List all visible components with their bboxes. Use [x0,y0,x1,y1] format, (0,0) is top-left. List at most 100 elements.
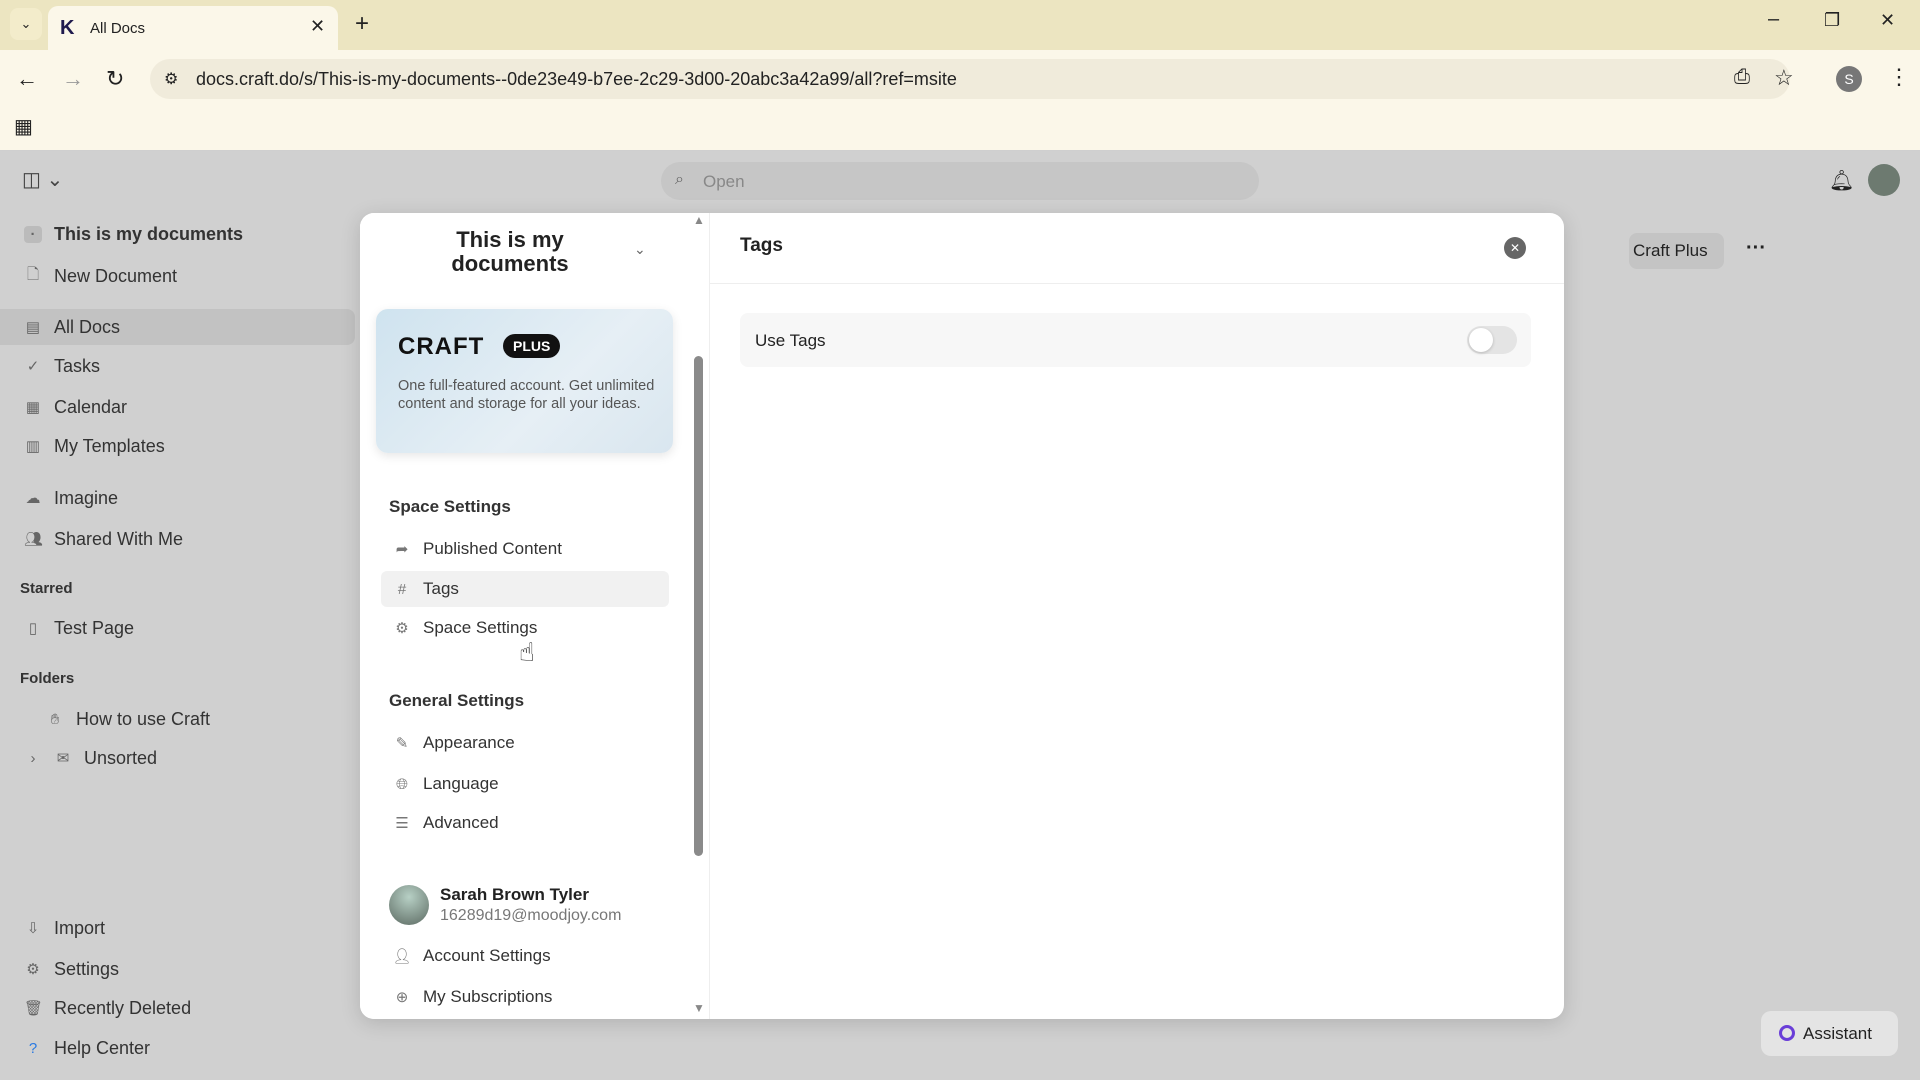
sliders-icon: ☰ [395,815,409,832]
nav-account-settings[interactable]: 👤︎ Account Settings [381,938,669,974]
craft-plus-card[interactable]: CRAFT PLUS One full-featured account. Ge… [376,309,673,453]
nav-label: Published Content [423,539,562,558]
apps-grid-icon[interactable]: ▦ [14,114,33,139]
sidebar-item-shared[interactable]: 👥︎ Shared With Me [24,524,183,554]
inbox-icon: ✉ [56,750,70,767]
settings-nav: This is my documents ⌄ CRAFT PLUS One fu… [360,213,710,1019]
minimize-button[interactable]: – [1768,8,1779,31]
sidebar-item-label: Import [54,917,106,938]
browser-tab[interactable]: K All Docs ✕ [48,6,338,50]
space-icon: · [24,225,42,243]
settings-modal: This is my documents ⌄ CRAFT PLUS One fu… [360,213,1564,1019]
tasks-icon: ✓ [26,358,40,375]
back-icon[interactable]: ← [16,66,38,92]
install-app-icon[interactable]: ⎙ [1734,66,1750,89]
brush-icon: ✎ [395,735,409,752]
sidebar-item-label: Help Center [54,1037,151,1058]
space-settings-heading: Space Settings [389,497,511,516]
scroll-up-arrow[interactable]: ▲ [693,213,705,227]
calendar-icon: ▦ [25,399,41,416]
nav-label: My Subscriptions [423,987,553,1006]
nav-label: Language [423,774,499,793]
bookmark-star-icon[interactable]: ☆ [1774,65,1794,91]
nav-label: Advanced [423,813,499,832]
nav-label: Appearance [423,733,515,752]
search-icon: ⌕ [675,171,684,188]
sidebar-item-import[interactable]: ⇩ Import [24,913,105,943]
more-options-icon[interactable]: ··· [1746,237,1766,260]
search-input[interactable]: ⌕ Open [661,162,1259,200]
use-tags-toggle[interactable] [1467,326,1517,354]
toggle-knob [1469,328,1493,352]
close-tab-icon[interactable]: ✕ [310,16,325,37]
trash-icon: 🗑︎ [24,1000,44,1017]
new-tab-button[interactable]: + [355,10,369,38]
all-docs-icon: ▤ [25,319,41,336]
nav-advanced[interactable]: ☰ Advanced [381,805,669,841]
browser-menu-icon[interactable]: ⋮ [1888,64,1910,90]
nav-subscriptions[interactable]: ⊕ My Subscriptions [381,979,669,1015]
new-document-icon: 🗋 [26,265,40,283]
nav-label: Account Settings [423,946,551,965]
scroll-down-arrow[interactable]: ▼ [693,1001,705,1015]
sidebar-item-label: Shared With Me [54,528,184,549]
forward-icon[interactable]: → [62,66,84,92]
mouse-cursor-icon: ☝︎ [519,637,535,667]
sidebar-item-new-document[interactable]: 🗋 New Document [24,261,177,291]
address-bar-area: ← → ↻ ⚙ docs.craft.do/s/This-is-my-docum… [0,50,1920,150]
scrollbar-thumb[interactable] [694,356,703,856]
published-icon: ➦ [395,541,409,558]
site-info-icon[interactable]: ⚙ [164,69,178,89]
space-name: This is my documents [54,223,244,244]
starred-item[interactable]: ▯ Test Page [24,613,134,643]
sidebar-item-calendar[interactable]: ▦ Calendar [24,392,127,422]
assistant-button[interactable]: Assistant [1761,1011,1898,1056]
sidebar-item-label: New Document [54,265,178,286]
notifications-bell-icon[interactable]: 🔔︎ [1829,168,1854,193]
nav-label: Tags [423,579,459,598]
sidebar-item-label: Imagine [54,487,119,508]
sidebar-item-templates[interactable]: ▥ My Templates [24,431,165,461]
close-window-button[interactable]: ✕ [1880,10,1895,31]
chevron-right-icon[interactable]: › [24,750,42,767]
globe-icon: 🌐︎ [395,775,408,793]
profile-avatar[interactable]: S [1836,66,1862,92]
folder-item[interactable]: › ✉ Unsorted [24,743,158,773]
assistant-icon [1779,1025,1795,1041]
craft-plus-button[interactable]: Craft Plus [1629,233,1724,269]
cloud-icon: ☁ [25,490,41,507]
sidebar-item-settings[interactable]: ⚙ Settings [24,954,119,984]
nav-tags[interactable]: # Tags [381,571,669,607]
sidebar-item-deleted[interactable]: 🗑︎ Recently Deleted [24,993,191,1023]
nav-published-content[interactable]: ➦ Published Content [381,531,669,567]
tab-list-button[interactable]: ⌄ [10,8,42,40]
close-modal-button[interactable]: ✕ [1504,237,1526,259]
reload-icon[interactable]: ↻ [106,66,124,92]
sidebar-item-imagine[interactable]: ☁ Imagine [24,483,119,513]
chevron-down-icon[interactable]: ⌄ [634,241,646,258]
restore-button[interactable]: ❐ [1824,10,1840,31]
nav-language[interactable]: 🌐︎ Language [381,766,669,802]
hash-icon: # [397,580,407,598]
search-placeholder: Open [703,172,745,191]
sidebar-item-label: Tasks [54,355,101,376]
sidebar-item-help[interactable]: ? Help Center [24,1033,150,1063]
url-bar[interactable]: ⚙ docs.craft.do/s/This-is-my-documents--… [150,59,1790,99]
sidebar-item-label: How to use Craft [76,708,211,729]
user-avatar[interactable] [1868,164,1900,196]
sidebar-toggle-icon[interactable]: ◫ ⌄ [22,167,63,192]
sidebar-item-tasks[interactable]: ✓ Tasks [24,351,100,381]
plus-circle-icon: ⊕ [395,989,409,1006]
use-tags-label: Use Tags [755,331,826,350]
plus-description: One full-featured account. Get unlimited… [398,378,655,412]
sidebar-item-all-docs[interactable]: ▤ All Docs [24,312,120,342]
import-icon: ⇩ [26,920,40,937]
space-switcher[interactable]: · This is my documents [24,219,243,249]
use-tags-row: Use Tags [740,313,1531,367]
sidebar-item-label: All Docs [54,316,121,337]
folder-item[interactable]: ✋︎ How to use Craft [46,704,210,734]
sidebar-item-label: Test Page [54,617,135,638]
nav-appearance[interactable]: ✎ Appearance [381,725,669,761]
starred-heading: Starred [20,580,73,597]
sidebar-item-label: Calendar [54,396,128,417]
